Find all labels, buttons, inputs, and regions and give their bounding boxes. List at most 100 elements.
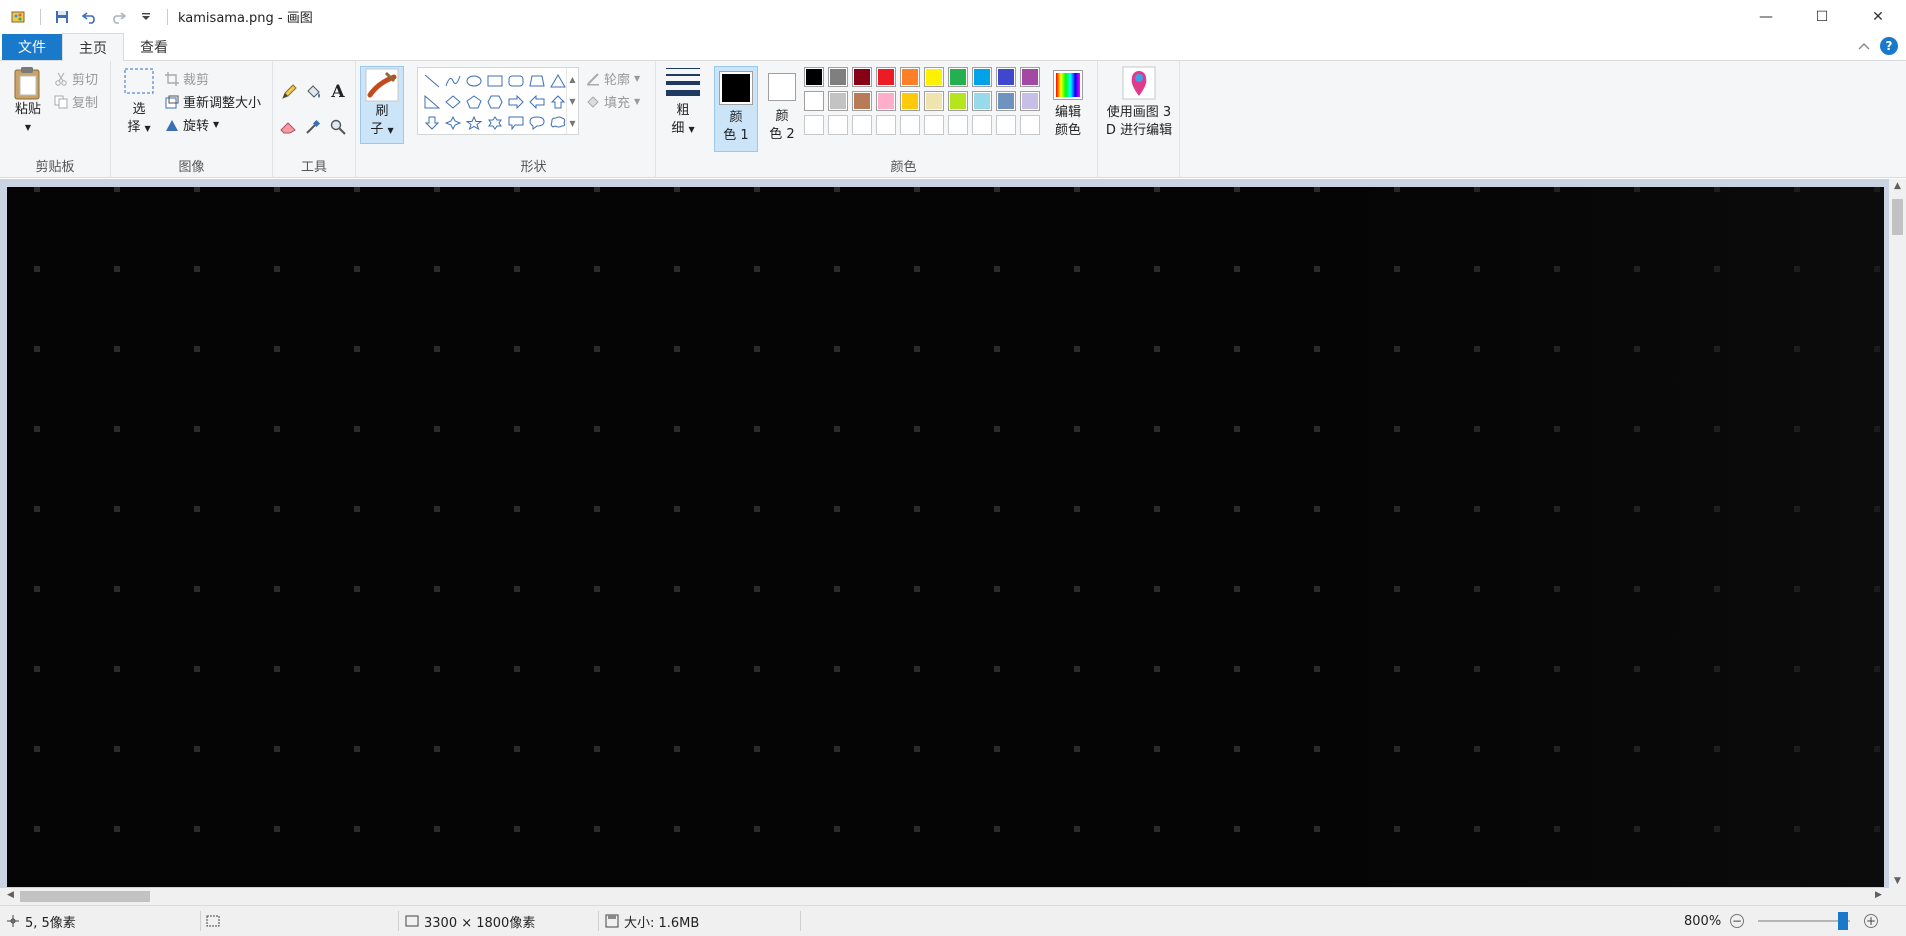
outline-button[interactable]: 轮廓 ▼ [586, 69, 640, 88]
paste-button[interactable]: 粘贴 ▼ [6, 65, 50, 137]
hexagon-shape-icon[interactable] [485, 91, 505, 112]
rotate-button[interactable]: 旋转 ▼ [165, 115, 219, 134]
scroll-down-icon[interactable]: ▼ [1889, 876, 1906, 886]
close-button[interactable]: ✕ [1850, 0, 1906, 33]
palette-swatch[interactable] [996, 67, 1016, 87]
paste-dropdown-icon[interactable]: ▼ [25, 119, 31, 137]
collapse-ribbon-icon[interactable] [1858, 39, 1870, 54]
custom-color-slot[interactable] [996, 115, 1016, 135]
text-tool-icon[interactable]: A [327, 81, 349, 103]
shapes-expand-icon[interactable]: ▼ [569, 119, 575, 128]
down-arrow-shape-icon[interactable] [422, 112, 442, 133]
right-triangle-shape-icon[interactable] [422, 91, 442, 112]
oval-shape-icon[interactable] [464, 70, 484, 91]
palette-swatch[interactable] [924, 67, 944, 87]
rounded-rectangle-shape-icon[interactable] [506, 70, 526, 91]
palette-swatch[interactable] [852, 67, 872, 87]
custom-color-slot[interactable] [900, 115, 920, 135]
eraser-icon[interactable] [278, 116, 300, 138]
shapes-scroll-down-icon[interactable]: ▼ [569, 97, 575, 106]
cloud-callout-shape-icon[interactable] [548, 112, 568, 133]
tab-view[interactable]: 查看 [124, 33, 184, 60]
palette-swatch[interactable] [828, 67, 848, 87]
magnifier-icon[interactable] [327, 116, 349, 138]
drawing-canvas[interactable] [7, 187, 1884, 887]
up-arrow-shape-icon[interactable] [548, 91, 568, 112]
horizontal-scroll-thumb[interactable] [20, 891, 150, 902]
palette-swatch[interactable] [972, 91, 992, 111]
palette-swatch[interactable] [876, 91, 896, 111]
edit-colors-button[interactable]: 编辑 颜色 [1046, 66, 1090, 152]
palette-swatch[interactable] [852, 91, 872, 111]
cut-button[interactable]: 剪切 [54, 69, 98, 88]
triangle-shape-icon[interactable] [548, 70, 568, 91]
line-shape-icon[interactable] [422, 70, 442, 91]
minimize-button[interactable]: — [1738, 0, 1794, 33]
resize-button[interactable]: 重新调整大小 [165, 92, 261, 111]
polygon-shape-icon[interactable] [527, 70, 547, 91]
scroll-up-icon[interactable]: ▲ [1889, 181, 1906, 191]
pentagon-shape-icon[interactable] [464, 91, 484, 112]
zoom-slider-track[interactable] [1758, 920, 1850, 922]
custom-color-slot[interactable] [804, 115, 824, 135]
horizontal-scrollbar[interactable]: ◀ ▶ [0, 888, 1889, 905]
palette-swatch[interactable] [924, 91, 944, 111]
custom-color-slot[interactable] [876, 115, 896, 135]
left-arrow-shape-icon[interactable] [527, 91, 547, 112]
color2-button[interactable]: 颜 色 2 [760, 66, 804, 152]
palette-swatch[interactable] [828, 91, 848, 111]
custom-color-slot[interactable] [972, 115, 992, 135]
zoom-in-icon[interactable]: + [1864, 914, 1878, 928]
pencil-icon[interactable] [278, 81, 300, 103]
palette-swatch[interactable] [948, 67, 968, 87]
right-arrow-shape-icon[interactable] [506, 91, 526, 112]
palette-swatch[interactable] [804, 91, 824, 111]
tab-file[interactable]: 文件 [2, 34, 62, 60]
brushes-button[interactable]: 刷 子 ▼ [360, 66, 404, 144]
customize-qat-icon[interactable] [135, 6, 157, 28]
palette-swatch[interactable] [1020, 91, 1040, 111]
custom-color-slot[interactable] [1020, 115, 1040, 135]
size-button[interactable]: 粗 细 ▼ [662, 66, 704, 139]
shapes-scroll-up-icon[interactable]: ▲ [569, 75, 575, 84]
palette-swatch[interactable] [804, 67, 824, 87]
tab-home[interactable]: 主页 [62, 33, 124, 61]
fill-bucket-icon[interactable] [302, 81, 324, 103]
palette-swatch[interactable] [900, 91, 920, 111]
palette-swatch[interactable] [972, 67, 992, 87]
custom-color-slot[interactable] [948, 115, 968, 135]
undo-icon[interactable] [79, 6, 101, 28]
fill-button[interactable]: 填充 ▼ [586, 92, 640, 111]
palette-swatch[interactable] [948, 91, 968, 111]
custom-color-slot[interactable] [924, 115, 944, 135]
oval-callout-shape-icon[interactable] [527, 112, 547, 133]
copy-button[interactable]: 复制 [54, 92, 98, 111]
six-point-star-shape-icon[interactable] [485, 112, 505, 133]
zoom-slider-thumb[interactable] [1838, 912, 1848, 930]
help-icon[interactable]: ? [1880, 37, 1898, 55]
rectangular-callout-shape-icon[interactable] [506, 112, 526, 133]
edit-with-paint3d-button[interactable]: 使用画图 3 D 进行编辑 [1100, 66, 1178, 140]
palette-swatch[interactable] [1020, 67, 1040, 87]
diamond-shape-icon[interactable] [443, 91, 463, 112]
color-picker-icon[interactable] [302, 116, 324, 138]
save-icon[interactable] [51, 6, 73, 28]
rectangle-shape-icon[interactable] [485, 70, 505, 91]
crop-button[interactable]: 裁剪 [165, 69, 209, 88]
select-button[interactable]: 选 择 ▼ [119, 67, 159, 138]
scroll-left-icon[interactable]: ◀ [2, 890, 19, 900]
custom-color-slot[interactable] [852, 115, 872, 135]
redo-icon[interactable] [107, 6, 129, 28]
scroll-right-icon[interactable]: ▶ [1870, 890, 1887, 900]
palette-swatch[interactable] [876, 67, 896, 87]
four-point-star-shape-icon[interactable] [443, 112, 463, 133]
palette-swatch[interactable] [900, 67, 920, 87]
paint-app-icon[interactable] [8, 6, 30, 28]
maximize-button[interactable]: ☐ [1794, 0, 1850, 33]
palette-swatch[interactable] [996, 91, 1016, 111]
vertical-scroll-thumb[interactable] [1892, 199, 1903, 235]
custom-color-slot[interactable] [828, 115, 848, 135]
vertical-scrollbar[interactable]: ▲ ▼ [1889, 179, 1906, 888]
curve-shape-icon[interactable] [443, 70, 463, 91]
five-point-star-shape-icon[interactable] [464, 112, 484, 133]
